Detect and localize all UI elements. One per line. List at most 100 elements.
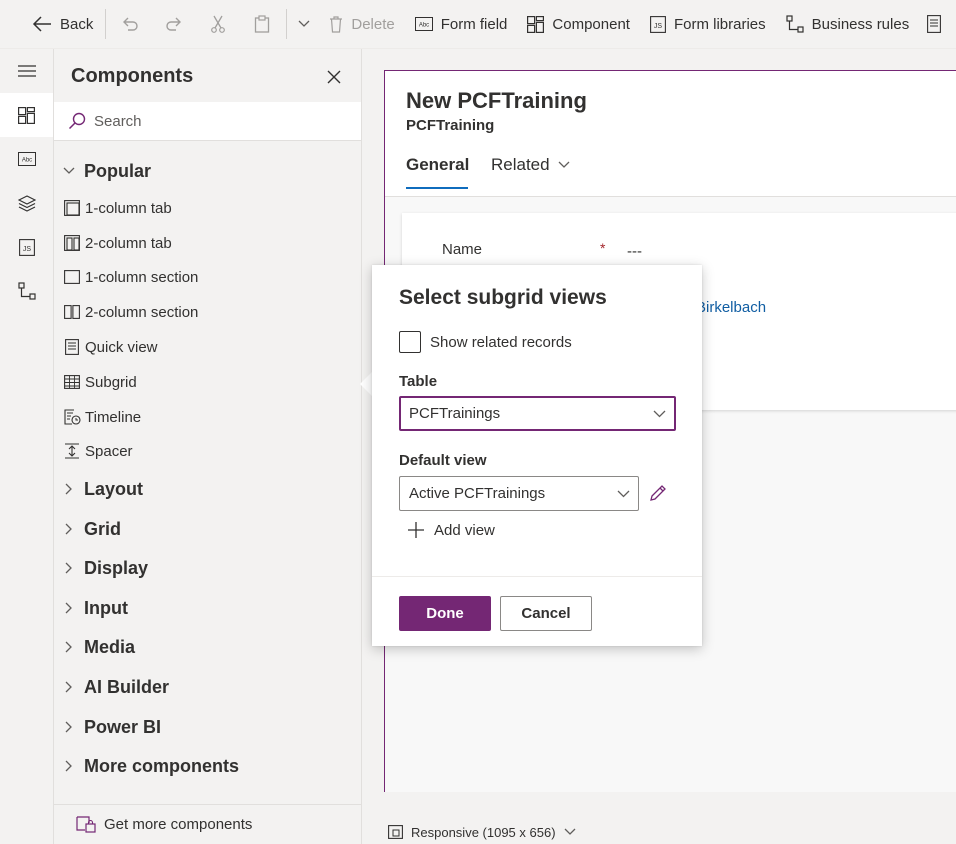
business-rules-icon [17,282,36,300]
component-item-label: 1-column section [85,268,199,286]
form-properties-button[interactable] [919,0,949,48]
default-view-select[interactable]: Active PCFTrainings [399,476,639,511]
svg-text:JS: JS [22,246,31,253]
left-rail: Abc JS [0,49,54,844]
add-view-button[interactable]: Add view [407,521,495,539]
group-popular[interactable]: Popular [54,157,151,185]
chevron-right-icon [54,562,84,574]
form-field-label: Form field [440,15,508,33]
command-bar: Back Delete Abc Form field Component JS … [0,0,956,49]
component-item-label: Quick view [85,338,158,356]
group-media[interactable]: Media [54,633,135,661]
redo-icon [166,17,182,31]
component-item[interactable]: 1-column tab [60,195,172,221]
svg-text:Abc: Abc [419,23,429,29]
chevron-down-icon [54,167,84,175]
tab-related[interactable]: Related [491,155,570,175]
chevron-down-icon [558,161,570,168]
component-item[interactable]: Quick view [60,334,158,360]
responsive-label[interactable]: Responsive (1095 x 656) [411,825,556,840]
chevron-right-icon [54,681,84,693]
cancel-button[interactable]: Cancel [500,596,592,631]
rail-components-button[interactable] [0,93,53,137]
js-file-icon: JS [650,15,666,33]
component-button[interactable]: Component [517,0,640,48]
default-view-value: Active PCFTrainings [409,485,546,502]
search-placeholder: Search [94,112,142,130]
callout-beak [360,372,372,396]
select-subgrid-views-dialog: Select subgrid views Show related record… [372,265,702,646]
component-item[interactable]: 1-column section [60,264,198,290]
component-item[interactable]: 2-column tab [60,230,172,256]
group-label: Media [84,636,136,657]
group-label: AI Builder [84,676,170,697]
collapse-menu-button[interactable] [0,49,53,93]
dialog-divider [372,576,702,577]
done-button[interactable]: Done [399,596,491,631]
back-label: Back [60,15,94,33]
one-column-tab-icon [60,200,84,216]
chevron-down-icon [653,410,666,417]
business-rules-icon [786,15,804,33]
svg-text:Abc: Abc [21,158,31,164]
cut-button[interactable] [196,0,240,48]
rail-form-libraries-button[interactable]: JS [0,225,53,269]
tab-general[interactable]: General [406,155,469,189]
component-item-label: Spacer [85,442,133,460]
table-select[interactable]: PCFTrainings [399,396,676,431]
toolbar-divider [105,9,107,39]
group-label: Popular [84,160,152,181]
arrow-left-icon [32,16,51,32]
get-more-components-button[interactable]: Get more components [54,804,361,844]
checkbox-box[interactable] [399,331,421,353]
one-column-section-icon [60,270,84,284]
search-input[interactable]: Search [54,102,361,141]
close-panel-button[interactable] [322,65,346,89]
chevron-down-icon [617,490,630,497]
business-rules-button[interactable]: Business rules [776,0,920,48]
paste-button[interactable] [240,0,284,48]
undo-button[interactable] [108,0,152,48]
group-more-components[interactable]: More components [54,752,239,780]
group-grid[interactable]: Grid [54,515,121,543]
group-label: More components [84,755,240,776]
field-value-name[interactable]: --- [627,243,642,260]
back-button[interactable]: Back [0,0,103,48]
rail-tree-view-button[interactable] [0,181,53,225]
form-field-button[interactable]: Abc Form field [405,0,518,48]
component-item[interactable]: Spacer [60,438,133,464]
more-dropdown-button[interactable] [289,0,319,48]
chevron-down-icon[interactable] [564,828,576,836]
form-libraries-button[interactable]: JS Form libraries [640,0,776,48]
component-label: Component [552,15,630,33]
show-related-records-checkbox[interactable]: Show related records [399,331,572,353]
rail-business-rules-button[interactable] [0,269,53,313]
hamburger-icon [17,65,36,77]
add-view-label: Add view [434,521,495,539]
undo-icon [123,17,139,31]
group-ai-builder[interactable]: AI Builder [54,673,169,701]
subgrid-icon [60,375,84,389]
rail-table-columns-button[interactable]: Abc [0,137,53,181]
close-icon [327,70,341,84]
component-item-label: 2-column section [85,303,199,321]
timeline-icon [60,409,84,425]
tab-related-label: Related [491,155,550,174]
group-power-bi[interactable]: Power BI [54,713,161,741]
trash-icon [330,15,343,33]
group-label: Layout [84,478,144,499]
component-item[interactable]: Subgrid [60,369,137,395]
edit-view-button[interactable] [647,482,669,504]
group-layout[interactable]: Layout [54,475,143,503]
chevron-right-icon [54,721,84,733]
responsive-layout-icon [388,825,403,839]
delete-button[interactable]: Delete [319,0,404,48]
group-input[interactable]: Input [54,594,128,622]
owner-link[interactable]: Birkelbach [696,299,766,316]
component-item-label: 1-column tab [85,199,172,217]
redo-button[interactable] [152,0,196,48]
component-item[interactable]: Timeline [60,404,141,430]
component-item[interactable]: 2-column section [60,299,198,325]
clipboard-icon [255,15,270,33]
group-display[interactable]: Display [54,554,148,582]
